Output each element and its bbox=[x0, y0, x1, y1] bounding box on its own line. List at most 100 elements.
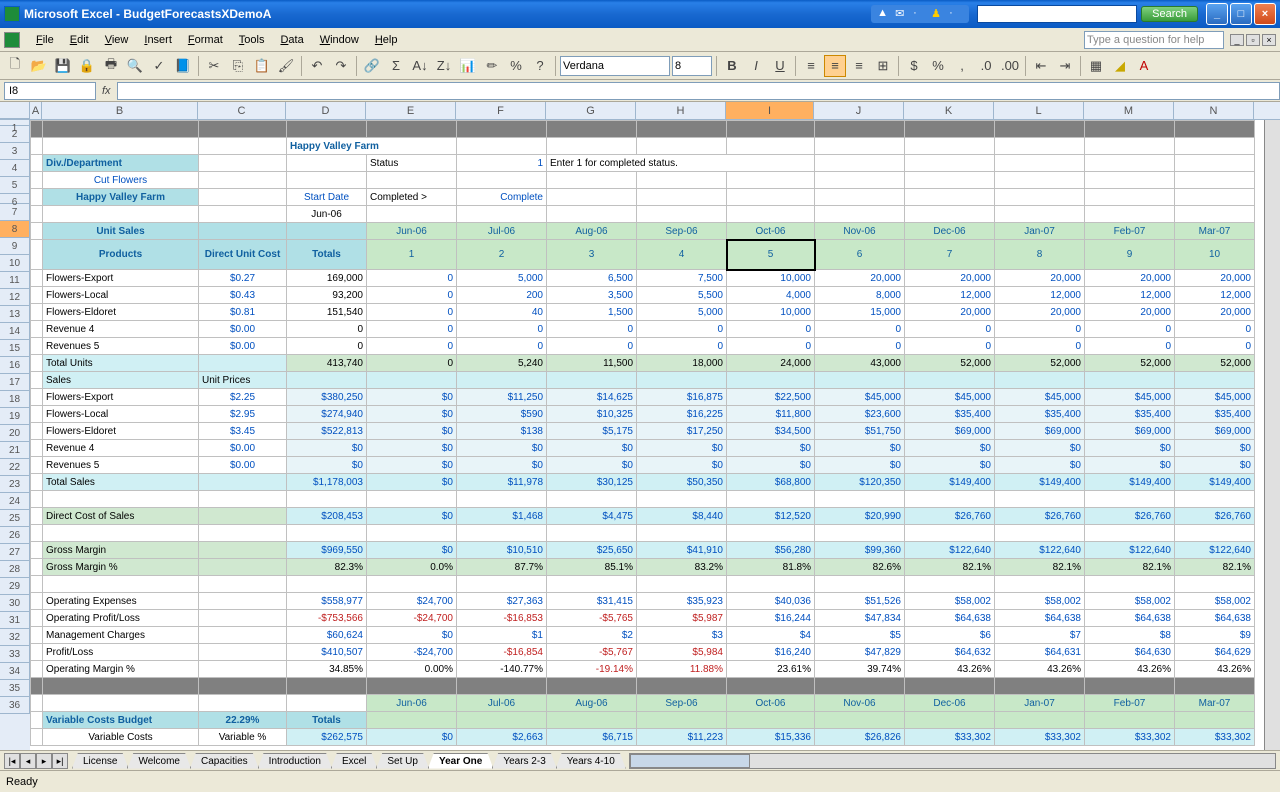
formula-input[interactable] bbox=[117, 82, 1280, 100]
help-input[interactable] bbox=[1084, 31, 1224, 49]
sheet-tab-introduction[interactable]: Introduction bbox=[258, 753, 332, 769]
row-header-15[interactable]: 15 bbox=[0, 340, 30, 357]
select-all-corner[interactable] bbox=[0, 102, 30, 119]
row-header-27[interactable]: 27 bbox=[0, 544, 30, 561]
row-header-20[interactable]: 20 bbox=[0, 425, 30, 442]
row-header-10[interactable]: 10 bbox=[0, 255, 30, 272]
cells-area[interactable]: Happy Valley FarmDiv./DepartmentStatus1E… bbox=[30, 120, 1280, 750]
research-icon[interactable]: 📘 bbox=[172, 55, 194, 77]
tool-icon-3[interactable]: · bbox=[913, 7, 927, 21]
sheet-tab-set-up[interactable]: Set Up bbox=[376, 753, 429, 769]
preview-icon[interactable]: 🔍 bbox=[124, 55, 146, 77]
row-header-17[interactable]: 17 bbox=[0, 374, 30, 391]
doc-close[interactable]: × bbox=[1262, 34, 1276, 46]
merge-icon[interactable]: ⊞ bbox=[872, 55, 894, 77]
tab-first[interactable]: |◂ bbox=[4, 753, 20, 769]
underline-icon[interactable]: U bbox=[769, 55, 791, 77]
paste-icon[interactable]: 📋 bbox=[251, 55, 273, 77]
col-header-H[interactable]: H bbox=[636, 102, 726, 119]
align-right-icon[interactable]: ≡ bbox=[848, 55, 870, 77]
col-header-A[interactable]: A bbox=[30, 102, 42, 119]
row-header-2[interactable]: 2 bbox=[0, 126, 30, 143]
col-header-J[interactable]: J bbox=[814, 102, 904, 119]
tool-icon-2[interactable]: ✉ bbox=[895, 7, 909, 21]
col-header-F[interactable]: F bbox=[456, 102, 546, 119]
row-header-31[interactable]: 31 bbox=[0, 612, 30, 629]
font-size-select[interactable] bbox=[672, 56, 712, 76]
sort-asc-icon[interactable]: A↓ bbox=[409, 55, 431, 77]
col-header-B[interactable]: B bbox=[42, 102, 198, 119]
office-icon[interactable] bbox=[4, 32, 20, 48]
align-center-icon[interactable]: ≡ bbox=[824, 55, 846, 77]
row-header-22[interactable]: 22 bbox=[0, 459, 30, 476]
row-header-4[interactable]: 4 bbox=[0, 160, 30, 177]
sheet-tab-excel[interactable]: Excel bbox=[331, 753, 377, 769]
row-header-35[interactable]: 35 bbox=[0, 680, 30, 697]
menu-format[interactable]: Format bbox=[180, 32, 231, 48]
row-header-18[interactable]: 18 bbox=[0, 391, 30, 408]
row-header-12[interactable]: 12 bbox=[0, 289, 30, 306]
permission-icon[interactable]: 🔒 bbox=[76, 55, 98, 77]
row-header-24[interactable]: 24 bbox=[0, 493, 30, 510]
undo-icon[interactable]: ↶ bbox=[306, 55, 328, 77]
cut-icon[interactable]: ✂ bbox=[203, 55, 225, 77]
row-header-14[interactable]: 14 bbox=[0, 323, 30, 340]
inc-indent-icon[interactable]: ⇥ bbox=[1054, 55, 1076, 77]
row-header-8[interactable]: 8 bbox=[0, 221, 30, 238]
italic-icon[interactable]: I bbox=[745, 55, 767, 77]
dec-indent-icon[interactable]: ⇤ bbox=[1030, 55, 1052, 77]
doc-restore[interactable]: ▫ bbox=[1246, 34, 1260, 46]
row-header-7[interactable]: 7 bbox=[0, 204, 30, 221]
save-icon[interactable]: 💾 bbox=[52, 55, 74, 77]
menu-file[interactable]: File bbox=[28, 32, 62, 48]
help-icon[interactable]: ? bbox=[529, 55, 551, 77]
sort-desc-icon[interactable]: Z↓ bbox=[433, 55, 455, 77]
row-header-6[interactable]: 6 bbox=[0, 194, 30, 204]
copy-icon[interactable]: ⎘ bbox=[227, 55, 249, 77]
currency-icon[interactable]: $ bbox=[903, 55, 925, 77]
dec-decimal-icon[interactable]: .00 bbox=[999, 55, 1021, 77]
row-header-29[interactable]: 29 bbox=[0, 578, 30, 595]
tab-last[interactable]: ▸| bbox=[52, 753, 68, 769]
menu-edit[interactable]: Edit bbox=[62, 32, 97, 48]
menu-window[interactable]: Window bbox=[312, 32, 367, 48]
row-header-11[interactable]: 11 bbox=[0, 272, 30, 289]
name-box[interactable]: I8 bbox=[4, 82, 96, 100]
row-header-36[interactable]: 36 bbox=[0, 697, 30, 714]
row-header-25[interactable]: 25 bbox=[0, 510, 30, 527]
col-header-K[interactable]: K bbox=[904, 102, 994, 119]
hyperlink-icon[interactable]: 🔗 bbox=[361, 55, 383, 77]
doc-minimize[interactable]: _ bbox=[1230, 34, 1244, 46]
row-header-3[interactable]: 3 bbox=[0, 143, 30, 160]
row-header-30[interactable]: 30 bbox=[0, 595, 30, 612]
redo-icon[interactable]: ↷ bbox=[330, 55, 352, 77]
row-header-33[interactable]: 33 bbox=[0, 646, 30, 663]
row-header-28[interactable]: 28 bbox=[0, 561, 30, 578]
row-header-21[interactable]: 21 bbox=[0, 442, 30, 459]
col-header-E[interactable]: E bbox=[366, 102, 456, 119]
menu-data[interactable]: Data bbox=[272, 32, 311, 48]
col-header-M[interactable]: M bbox=[1084, 102, 1174, 119]
row-header-32[interactable]: 32 bbox=[0, 629, 30, 646]
sheet-tab-years-4-10[interactable]: Years 4-10 bbox=[556, 753, 626, 769]
format-painter-icon[interactable]: 🖌 bbox=[275, 55, 297, 77]
chart-icon[interactable]: 📊 bbox=[457, 55, 479, 77]
row-header-26[interactable]: 26 bbox=[0, 527, 30, 544]
spell-icon[interactable]: ✓ bbox=[148, 55, 170, 77]
fx-icon[interactable]: fx bbox=[102, 85, 111, 97]
col-header-D[interactable]: D bbox=[286, 102, 366, 119]
font-name-select[interactable] bbox=[560, 56, 670, 76]
row-header-34[interactable]: 34 bbox=[0, 663, 30, 680]
sheet-tab-years-2-3[interactable]: Years 2-3 bbox=[492, 753, 556, 769]
col-header-N[interactable]: N bbox=[1174, 102, 1254, 119]
tool-icon-person[interactable]: ♟ bbox=[931, 7, 945, 21]
print-icon[interactable]: 🖶 bbox=[100, 55, 122, 77]
borders-icon[interactable]: ▦ bbox=[1085, 55, 1107, 77]
align-left-icon[interactable]: ≡ bbox=[800, 55, 822, 77]
row-header-5[interactable]: 5 bbox=[0, 177, 30, 194]
close-button[interactable]: × bbox=[1254, 3, 1276, 25]
sheet-tab-capacities[interactable]: Capacities bbox=[190, 753, 259, 769]
row-header-19[interactable]: 19 bbox=[0, 408, 30, 425]
fill-color-icon[interactable]: ◢ bbox=[1109, 55, 1131, 77]
tool-icon-4[interactable]: · bbox=[949, 7, 963, 21]
